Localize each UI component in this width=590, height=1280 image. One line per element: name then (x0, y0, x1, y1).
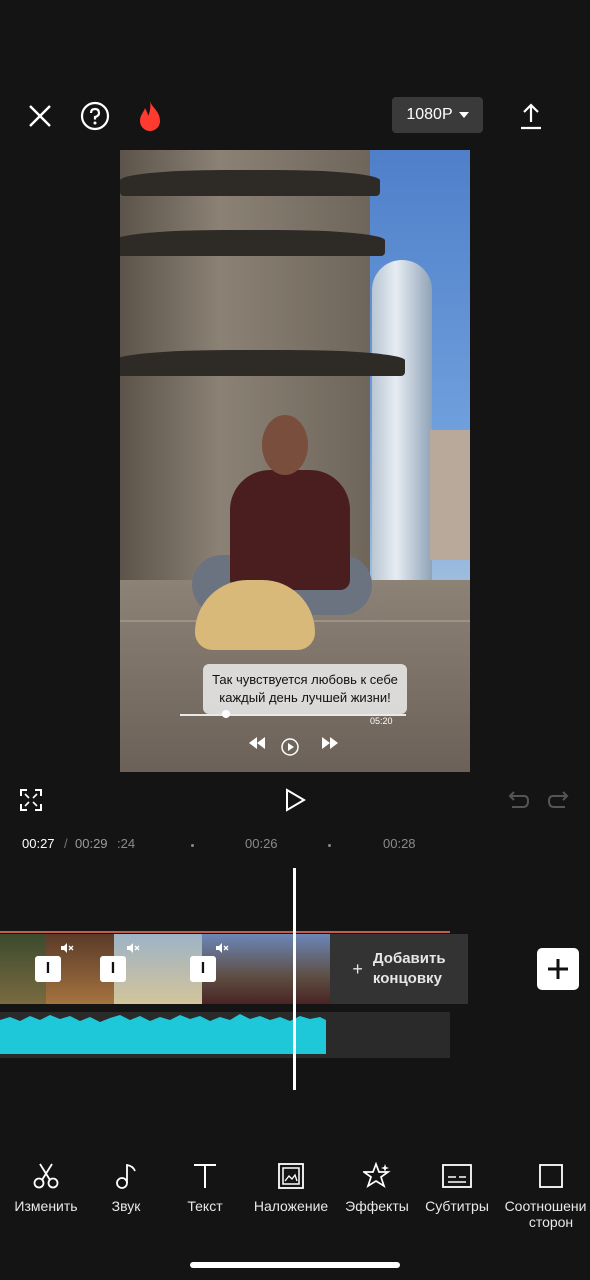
video-caption: Так чувствуется любовь к себе каждый ден… (203, 664, 407, 714)
caption-line-1: Так чувствуется любовь к себе (212, 672, 398, 687)
fast-forward-icon (322, 737, 338, 749)
mute-icon (215, 942, 229, 957)
resolution-selector[interactable]: 1080P (392, 97, 483, 133)
ruler-label: 00:26 (245, 836, 278, 851)
ruler-label: :24 (117, 836, 136, 851)
redo-icon (547, 791, 569, 808)
text-icon (194, 1164, 216, 1188)
undo-icon (508, 791, 530, 808)
tool-label: Изменить (14, 1198, 78, 1214)
add-ending-line-2: концовку (372, 970, 442, 987)
tool-label: Текст (187, 1198, 223, 1214)
export-button[interactable] (511, 96, 551, 136)
close-icon (29, 105, 51, 127)
tool-label-line-1: Соотношени (504, 1198, 587, 1214)
tool-subtitles[interactable]: Субтитры (416, 1160, 498, 1214)
caption-line-2: каждый день лучшей жизни! (219, 690, 391, 705)
current-time: 00:27 (22, 836, 55, 851)
tool-audio[interactable]: Звук (85, 1160, 167, 1214)
add-ending-button[interactable]: + Добавить концовку (330, 934, 468, 1004)
tool-label: Субтитры (425, 1198, 489, 1214)
pagoda-roof (120, 230, 385, 256)
play-button[interactable] (284, 788, 306, 817)
ruler-tick (328, 844, 331, 847)
audio-waveform (0, 1014, 326, 1054)
tool-label: Наложение (253, 1198, 329, 1214)
mute-icon (126, 942, 140, 957)
add-ending-line-1: Добавить (372, 950, 446, 967)
home-indicator[interactable] (190, 1262, 400, 1268)
rewind-icon (249, 737, 265, 749)
play-icon (286, 788, 306, 812)
undo-button[interactable] (506, 790, 530, 815)
tool-edit[interactable]: Изменить (5, 1160, 87, 1214)
redo-button[interactable] (547, 790, 571, 815)
overlay-icon (278, 1163, 304, 1189)
ruler-label: 00:28 (383, 836, 416, 851)
tool-overlay[interactable]: Наложение (250, 1160, 332, 1214)
help-icon (80, 101, 110, 131)
pagoda-roof (120, 350, 405, 376)
aspect-ratio-icon (539, 1164, 563, 1188)
video-preview[interactable]: Так чувствуется любовь к себе каждый ден… (120, 150, 470, 772)
music-note-icon (116, 1163, 136, 1189)
fullscreen-icon (20, 789, 42, 811)
ruler-tick (191, 844, 194, 847)
tool-label: Эффекты (345, 1198, 409, 1214)
help-button[interactable] (75, 96, 115, 136)
preview-building (430, 430, 470, 560)
chevron-down-icon (458, 112, 469, 118)
pagoda-roof (120, 170, 380, 196)
embedded-progress-knob (222, 710, 230, 718)
resolution-label: 1080P (406, 106, 453, 123)
add-ending-plus: + (352, 958, 363, 979)
subtitles-icon (442, 1164, 472, 1188)
fullscreen-button[interactable] (20, 789, 42, 816)
tool-label: Звук (111, 1198, 141, 1214)
tool-effects[interactable]: Эффекты (336, 1160, 418, 1214)
tool-label-line-2: сторон (528, 1214, 574, 1230)
person-jacket (230, 470, 350, 590)
preview-skyscraper (372, 260, 432, 630)
upload-icon (521, 103, 541, 130)
effects-star-icon (363, 1162, 391, 1188)
tool-aspect-ratio[interactable]: Соотношени сторон (501, 1160, 590, 1230)
time-separator: / (64, 836, 68, 851)
pro-button[interactable] (130, 96, 170, 136)
transition-button[interactable]: I (100, 956, 126, 982)
add-clip-button[interactable] (537, 948, 579, 990)
total-time: 00:29 (75, 836, 108, 851)
playhead[interactable] (293, 868, 296, 1090)
scissors-icon (33, 1163, 59, 1189)
close-button[interactable] (20, 96, 60, 136)
embedded-play-icon (281, 738, 299, 756)
tool-text[interactable]: Текст (164, 1160, 246, 1214)
flame-icon (140, 101, 160, 131)
person-head (262, 415, 308, 475)
embedded-time: 05:20 (370, 716, 393, 726)
transition-button[interactable]: I (35, 956, 61, 982)
transition-button[interactable]: I (190, 956, 216, 982)
track-trim-line (0, 931, 450, 933)
mute-icon (60, 942, 74, 957)
plus-icon (548, 959, 568, 979)
